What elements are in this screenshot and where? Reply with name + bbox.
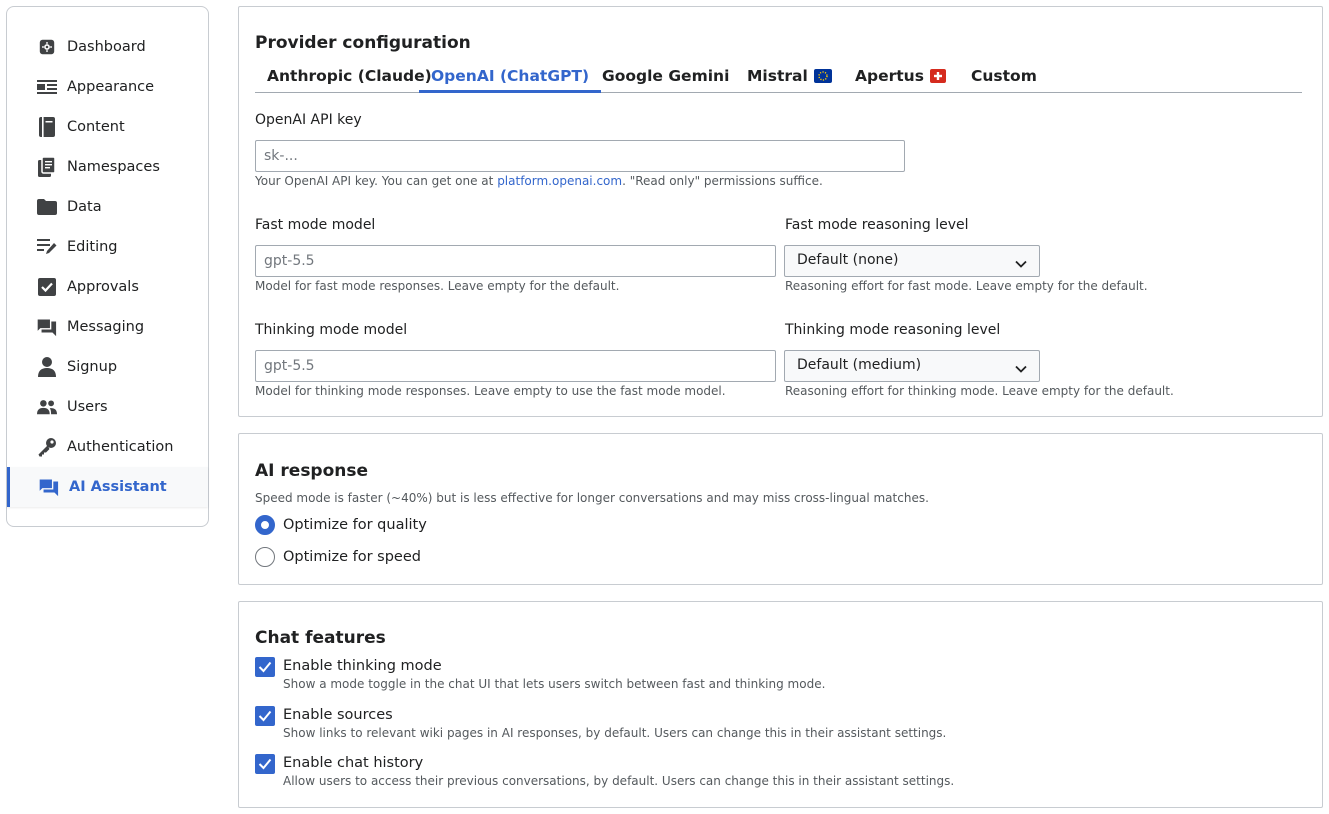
dashboard-icon (37, 37, 57, 57)
radio-optimize-speed[interactable]: Optimize for speed (255, 546, 421, 568)
checkbox-label: Enable chat history (283, 755, 424, 771)
thinking-model-input[interactable] (255, 350, 776, 382)
sidebar-item-label: Appearance (67, 79, 155, 95)
thinking-reasoning-help: Reasoning effort for thinking mode. Leav… (785, 384, 1174, 398)
ai-response-description: Speed mode is faster (~40%) but is less … (255, 491, 929, 505)
api-key-label: OpenAI API key (255, 112, 362, 128)
users-icon (37, 397, 57, 417)
sidebar-item-label: Signup (67, 359, 118, 375)
approvals-icon (37, 277, 57, 297)
key-icon (37, 437, 57, 457)
tab-custom[interactable]: Custom (959, 64, 1049, 93)
sidebar-item-messaging[interactable]: Messaging (7, 307, 208, 347)
radio-label: Optimize for speed (283, 549, 421, 565)
sidebar-item-label: AI Assistant (69, 479, 167, 495)
sidebar-item-appearance[interactable]: Appearance (7, 67, 208, 107)
swiss-flag-icon (929, 66, 946, 90)
checkbox-help: Allow users to access their previous con… (283, 774, 955, 788)
chat-history-checkbox[interactable] (255, 754, 275, 774)
fast-reasoning-help: Reasoning effort for fast mode. Leave em… (785, 279, 1148, 293)
select-value: Default (medium) (797, 357, 922, 373)
api-key-help: Your OpenAI API key. You can get one at … (255, 174, 823, 188)
sidebar-item-label: Users (67, 399, 108, 415)
radio-label: Optimize for quality (283, 517, 427, 533)
sidebar-item-label: Content (67, 119, 125, 135)
chat-icon (39, 477, 59, 497)
checkmark-icon (258, 661, 272, 673)
sidebar-item-ai-assistant[interactable]: AI Assistant (7, 467, 208, 507)
thinking-model-help: Model for thinking mode responses. Leave… (255, 384, 726, 398)
sidebar-item-signup[interactable]: Signup (7, 347, 208, 387)
tab-mistral[interactable]: Mistral (735, 64, 844, 93)
ai-response-panel: AI response Speed mode is faster (~40%) … (238, 433, 1323, 585)
appearance-icon (37, 77, 57, 97)
settings-sidebar: Dashboard Appearance Content Namespaces … (6, 6, 209, 527)
api-key-input[interactable] (255, 140, 905, 172)
sidebar-item-content[interactable]: Content (7, 107, 208, 147)
fast-model-input[interactable] (255, 245, 776, 277)
tab-google-gemini[interactable]: Google Gemini (590, 64, 741, 93)
tab-anthropic[interactable]: Anthropic (Claude) (255, 64, 444, 93)
thinking-model-label: Thinking mode model (255, 322, 408, 338)
checkbox-help: Show a mode toggle in the chat UI that l… (283, 677, 826, 691)
sidebar-item-users[interactable]: Users (7, 387, 208, 427)
sidebar-item-namespaces[interactable]: Namespaces (7, 147, 208, 187)
sidebar-item-label: Approvals (67, 279, 139, 295)
sidebar-item-label: Data (67, 199, 102, 215)
eu-flag-icon (813, 66, 832, 90)
checkbox-label: Enable thinking mode (283, 658, 442, 674)
checkmark-icon (258, 710, 272, 722)
radio-optimize-quality[interactable]: Optimize for quality (255, 514, 427, 536)
fast-reasoning-select[interactable]: Default (none) (784, 245, 1040, 277)
checkbox-help: Show links to relevant wiki pages in AI … (283, 726, 947, 740)
fast-reasoning-label: Fast mode reasoning level (785, 217, 969, 233)
select-value: Default (none) (797, 252, 899, 268)
sidebar-item-label: Authentication (67, 439, 174, 455)
tab-openai[interactable]: OpenAI (ChatGPT) (419, 64, 602, 93)
checkbox-label: Enable sources (283, 707, 393, 723)
tab-apertus[interactable]: Apertus (843, 64, 958, 93)
thinking-mode-checkbox[interactable] (255, 657, 275, 677)
radio-button[interactable] (255, 515, 275, 535)
fast-model-help: Model for fast mode responses. Leave emp… (255, 279, 620, 293)
sidebar-item-label: Editing (67, 239, 118, 255)
sources-checkbox[interactable] (255, 706, 275, 726)
user-icon (37, 357, 57, 377)
panel-title: Chat features (255, 628, 386, 648)
sidebar-item-label: Messaging (67, 319, 145, 335)
chevron-down-icon (1015, 361, 1027, 377)
sidebar-item-data[interactable]: Data (7, 187, 208, 227)
chat-features-panel: Chat features Enable thinking mode Show … (238, 601, 1323, 808)
edit-icon (37, 237, 57, 257)
thinking-reasoning-select[interactable]: Default (medium) (784, 350, 1040, 382)
sidebar-item-label: Namespaces (67, 159, 160, 175)
sidebar-item-dashboard[interactable]: Dashboard (7, 27, 208, 67)
provider-tabs: Anthropic (Claude) OpenAI (ChatGPT) Goog… (255, 64, 1302, 93)
sidebar-item-label: Dashboard (67, 39, 146, 55)
fast-model-label: Fast mode model (255, 217, 376, 233)
provider-configuration-panel: Provider configuration Anthropic (Claude… (238, 6, 1323, 417)
content-icon (37, 117, 57, 137)
thinking-reasoning-label: Thinking mode reasoning level (785, 322, 1001, 338)
namespaces-icon (37, 157, 57, 177)
checkmark-icon (258, 758, 272, 770)
panel-title: Provider configuration (255, 33, 471, 53)
messaging-icon (37, 317, 57, 337)
folder-icon (37, 197, 57, 217)
panel-title: AI response (255, 461, 369, 481)
sidebar-item-approvals[interactable]: Approvals (7, 267, 208, 307)
chevron-down-icon (1015, 256, 1027, 272)
sidebar-item-authentication[interactable]: Authentication (7, 427, 208, 467)
radio-button[interactable] (255, 547, 275, 567)
platform-openai-link[interactable]: platform.openai.com (497, 174, 622, 188)
sidebar-item-editing[interactable]: Editing (7, 227, 208, 267)
